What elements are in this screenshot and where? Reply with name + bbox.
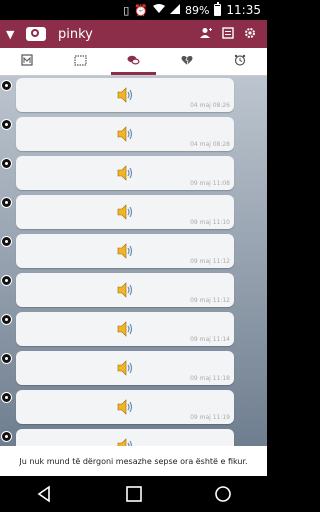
sender-avatar-icon: [1, 119, 12, 130]
tab-bar: [0, 48, 267, 76]
message-row: 09 maj 11:14: [0, 312, 267, 346]
message-row: 09 maj 11:12: [0, 234, 267, 268]
sender-avatar-icon: [1, 431, 12, 442]
speaker-icon[interactable]: [116, 398, 134, 416]
message-timestamp: 09 maj 11:19: [190, 414, 230, 421]
sender-avatar-icon: [1, 158, 12, 169]
audio-message-bubble[interactable]: 09 maj 11:10: [16, 195, 234, 229]
chevron-down-icon[interactable]: ▼: [6, 28, 18, 41]
sender-avatar-icon: [1, 353, 12, 364]
speaker-icon[interactable]: [116, 359, 134, 377]
sender-avatar-icon: [1, 275, 12, 286]
message-row: 04 maj 08:26: [0, 78, 267, 112]
audio-message-bubble[interactable]: 09 maj 11:19: [16, 390, 234, 424]
speaker-icon[interactable]: [116, 320, 134, 338]
audio-message-bubble[interactable]: 04 maj 08:28: [16, 117, 234, 151]
home-icon[interactable]: [124, 484, 144, 504]
speaker-icon[interactable]: [116, 242, 134, 260]
recents-icon[interactable]: [213, 484, 233, 504]
sender-avatar-icon: [1, 197, 12, 208]
app-bar: ▼ pinky: [0, 20, 267, 48]
sender-avatar-icon: [1, 314, 12, 325]
message-row: 04 maj 08:28: [0, 117, 267, 151]
audio-message-bubble[interactable]: [16, 429, 234, 446]
photo-frame-icon: [74, 54, 87, 69]
speaker-icon[interactable]: [116, 125, 134, 143]
sender-avatar-icon: [1, 392, 12, 403]
tab-alarm[interactable]: [214, 48, 267, 75]
settings-icon[interactable]: [239, 27, 261, 42]
sender-avatar-icon: [1, 80, 12, 91]
audio-message-bubble[interactable]: 09 maj 11:08: [16, 156, 234, 190]
message-row: 09 maj 11:19: [0, 390, 267, 424]
audio-message-bubble[interactable]: 09 maj 11:18: [16, 351, 234, 385]
message-timestamp: 09 maj 11:10: [190, 219, 230, 226]
message-timestamp: 09 maj 11:12: [190, 297, 230, 304]
audio-message-bubble[interactable]: 04 maj 08:26: [16, 78, 234, 112]
message-row: 09 maj 11:08: [0, 156, 267, 190]
clock-time: 11:35: [226, 3, 261, 17]
audio-message-bubble[interactable]: 09 maj 11:12: [16, 234, 234, 268]
profile-card-icon: [21, 54, 33, 69]
speaker-icon[interactable]: [116, 203, 134, 221]
speaker-icon[interactable]: [116, 86, 134, 104]
message-row: [0, 429, 267, 446]
tab-broken-heart[interactable]: [160, 48, 213, 75]
broken-heart-icon: [181, 55, 193, 69]
audio-message-bubble[interactable]: 09 maj 11:14: [16, 312, 234, 346]
message-timestamp: 04 maj 08:26: [190, 102, 230, 109]
message-timestamp: 09 maj 11:12: [190, 258, 230, 265]
add-contact-icon[interactable]: [195, 27, 217, 42]
signal-icon: [169, 4, 180, 16]
speaker-icon[interactable]: [116, 164, 134, 182]
message-timestamp: 09 maj 11:14: [190, 336, 230, 343]
tab-profile[interactable]: [0, 48, 53, 75]
battery-percent: 89%: [184, 3, 210, 17]
wifi-icon: [152, 4, 165, 16]
sender-avatar-icon: [1, 236, 12, 247]
back-icon[interactable]: [35, 484, 55, 504]
alarm-clock-icon: [234, 54, 246, 69]
chat-bubbles-icon: [127, 55, 140, 69]
battery-icon: [214, 2, 222, 16]
message-row: 09 maj 11:18: [0, 351, 267, 385]
alarm-icon: ⏰: [134, 3, 148, 17]
chat-area[interactable]: 04 maj 08:26 04 maj 08:28 09 maj 11:08 09 m…: [0, 76, 267, 446]
vibrate-icon: ▯: [123, 3, 130, 17]
contact-name: pinky: [58, 26, 93, 42]
speaker-icon[interactable]: [116, 437, 134, 446]
message-timestamp: 04 maj 08:28: [190, 141, 230, 148]
audio-message-bubble[interactable]: 09 maj 11:12: [16, 273, 234, 307]
system-nav-bar: [0, 476, 267, 512]
cannot-send-notice: Ju nuk mund të dërgoni mesazhe sepse ora…: [0, 446, 267, 476]
tab-album[interactable]: [53, 48, 106, 75]
message-timestamp: 09 maj 11:08: [190, 180, 230, 187]
speaker-icon[interactable]: [116, 281, 134, 299]
message-row: 09 maj 11:10: [0, 195, 267, 229]
tab-chat[interactable]: [107, 48, 160, 75]
notes-icon[interactable]: [217, 26, 239, 42]
message-timestamp: 09 maj 11:18: [190, 375, 230, 382]
camera-icon[interactable]: [26, 27, 46, 41]
status-bar: ▯ ⏰ 89% 11:35: [0, 0, 267, 20]
message-row: 09 maj 11:12: [0, 273, 267, 307]
